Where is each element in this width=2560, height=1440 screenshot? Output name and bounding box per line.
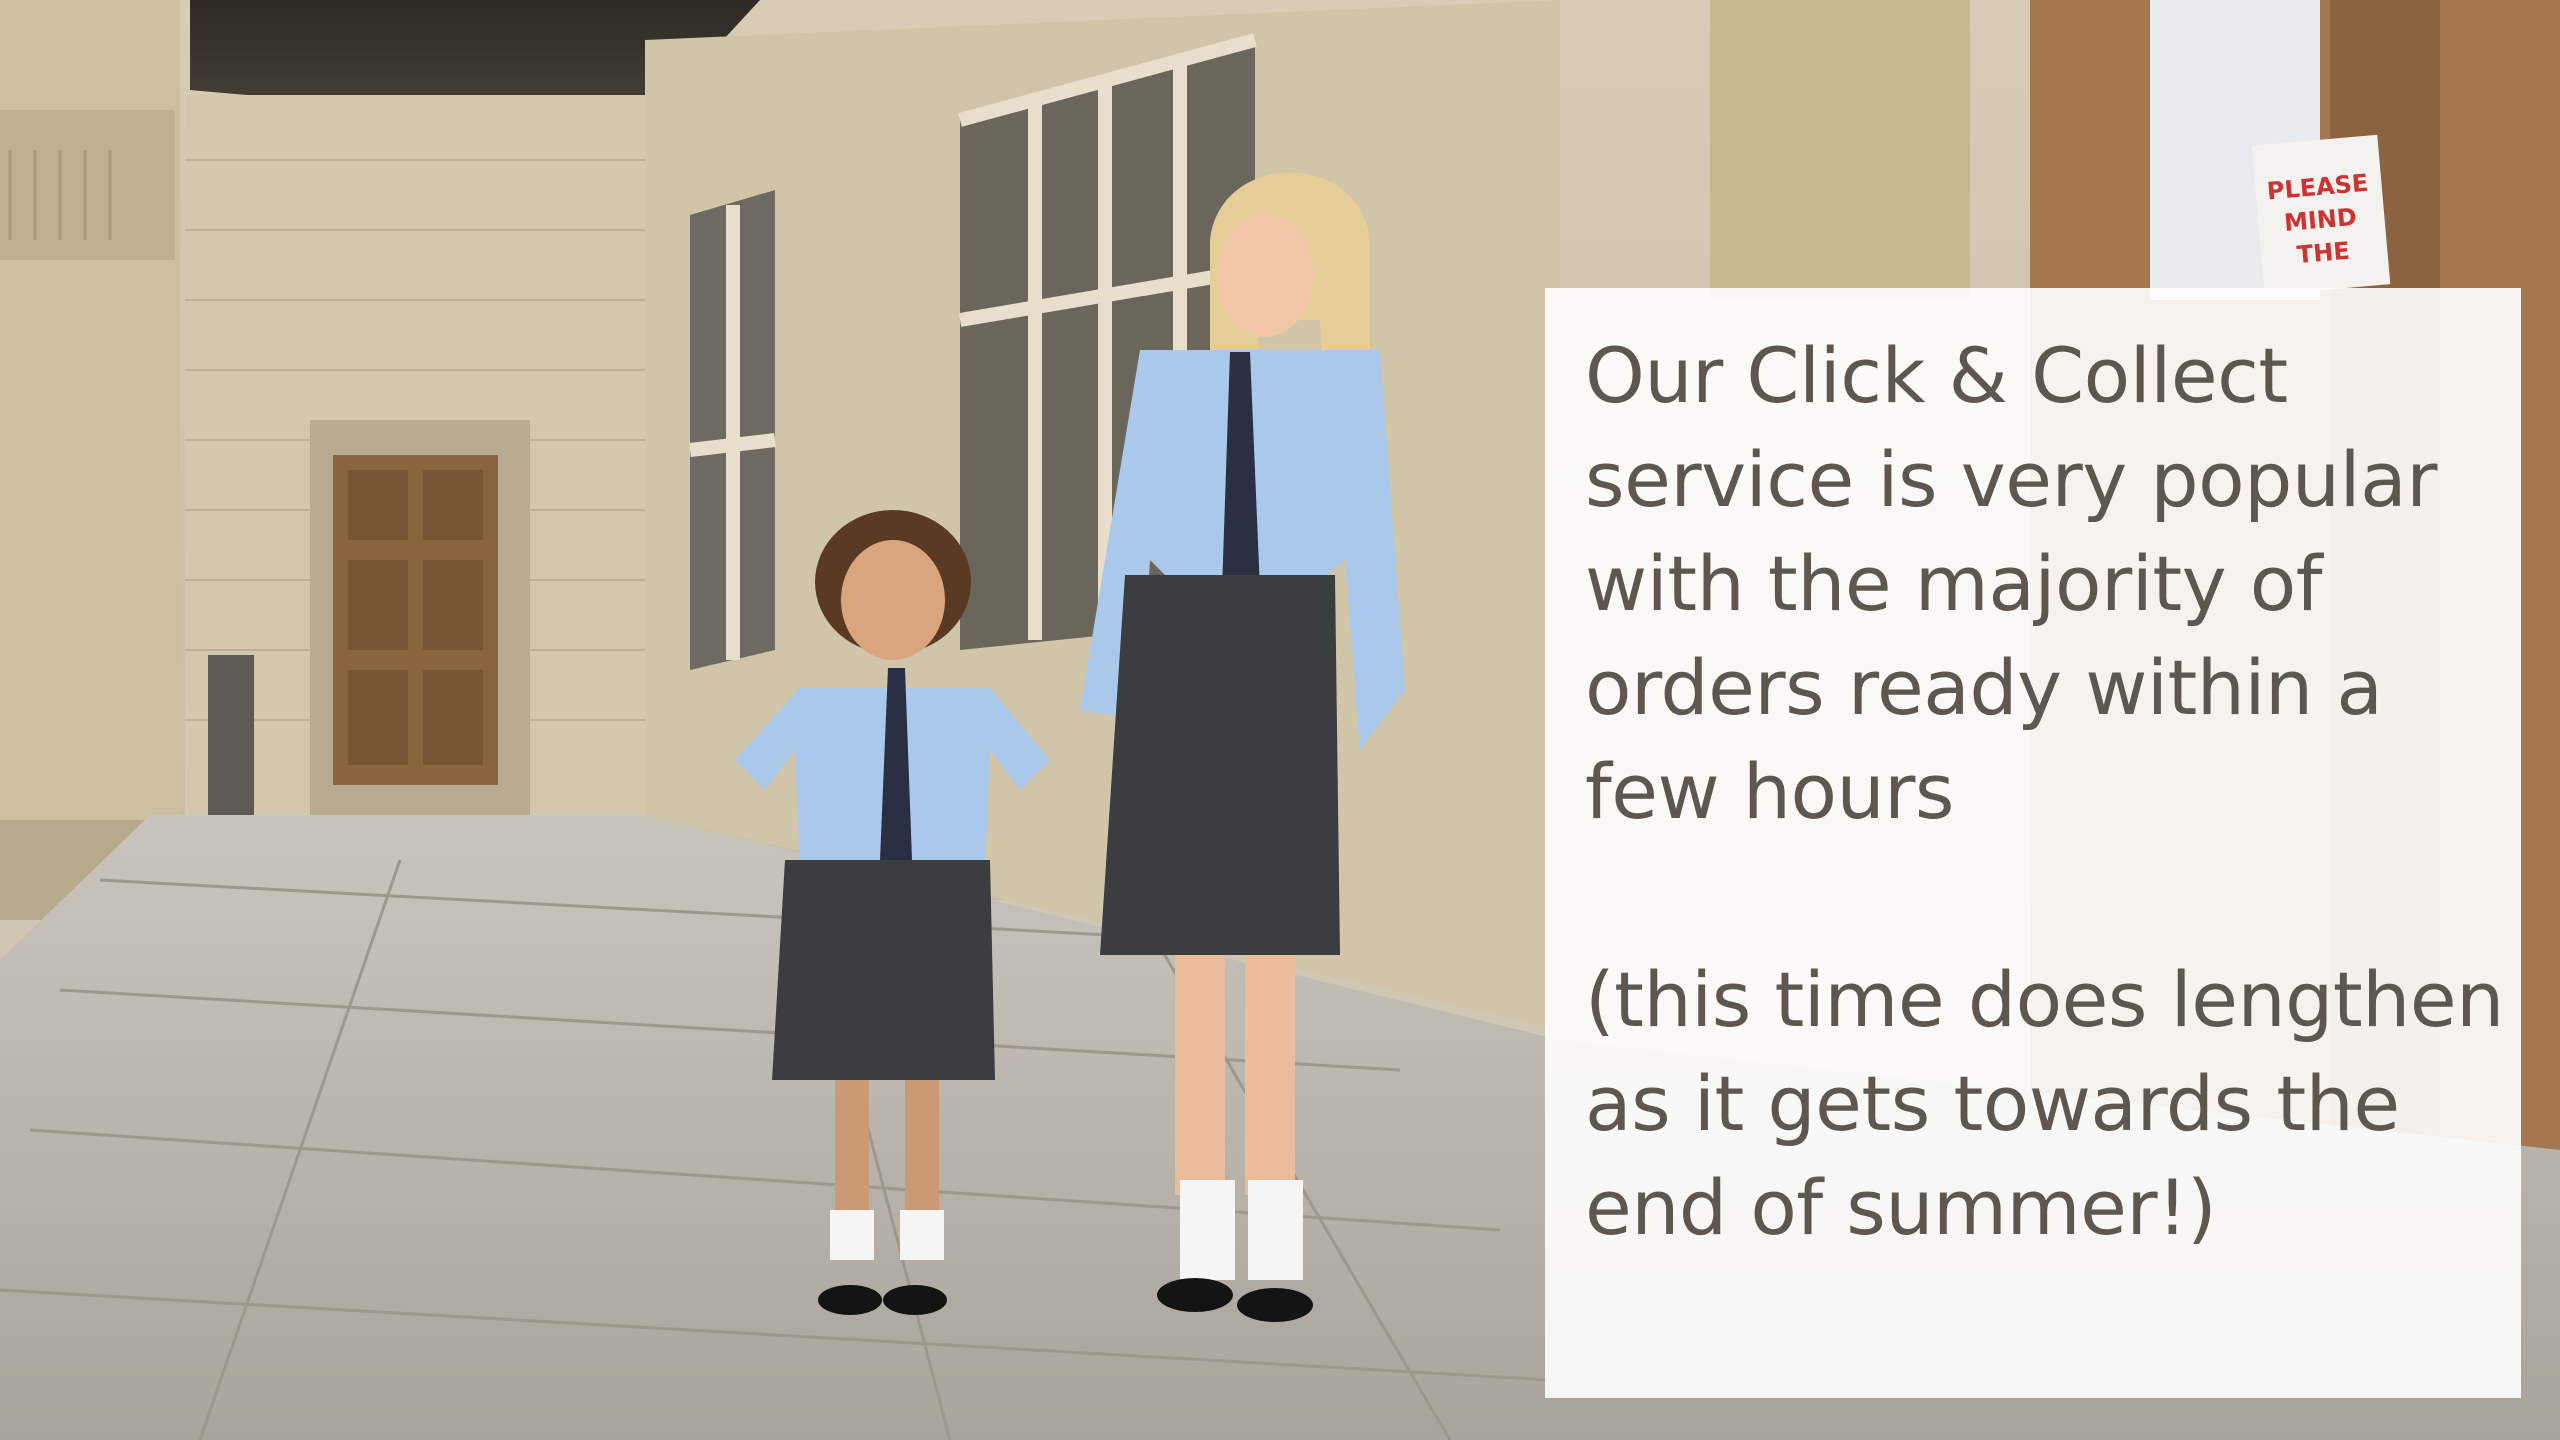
caption-line-6: (this time does lengthen <box>1585 955 2504 1044</box>
sign-line-3: THE <box>2296 237 2351 270</box>
caption-line-8: end of summer!) <box>1585 1163 2217 1252</box>
caption-panel: Our Click & Collect service is very popu… <box>1545 288 2521 1398</box>
caption-line-2: service is very popular <box>1585 435 2437 524</box>
caption-line-5: few hours <box>1585 747 1955 836</box>
bin <box>208 655 254 815</box>
caption-line-7: as it gets towards the <box>1585 1059 2400 1148</box>
caption-line-3: with the majority of <box>1585 539 2323 628</box>
mind-sign: PLEASE MIND THE <box>2251 134 2391 296</box>
caption-line-4: orders ready within a <box>1585 643 2383 732</box>
column <box>1710 0 1970 300</box>
caption-line-1: Our Click & Collect <box>1585 331 2288 420</box>
